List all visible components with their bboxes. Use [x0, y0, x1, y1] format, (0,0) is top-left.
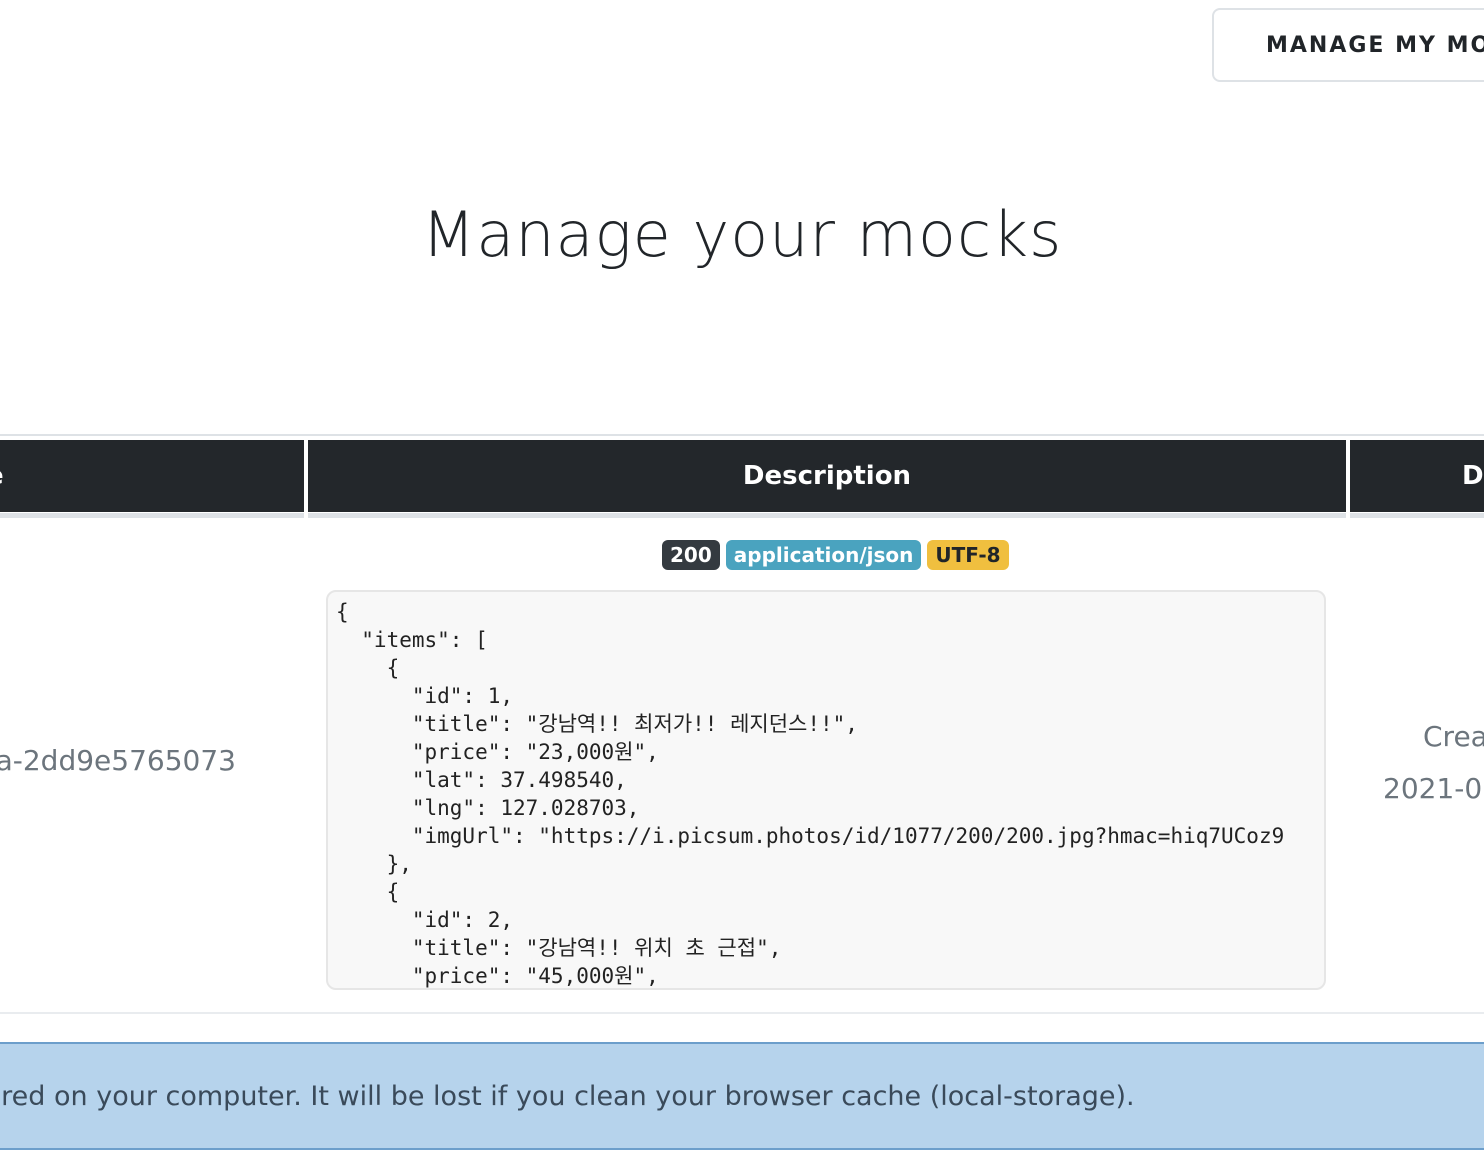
- header-divider: [0, 513, 304, 518]
- status-badge: 200: [662, 540, 720, 570]
- column-header-date: D: [1350, 440, 1484, 512]
- column-header-name: e: [0, 440, 304, 512]
- response-body-text: { "items": [ { "id": 1, "title": "강남역!! …: [336, 600, 1285, 988]
- created-date: 2021-06: [1383, 772, 1484, 805]
- manage-my-mocks-button[interactable]: MANAGE MY MOCKS: [1212, 8, 1484, 82]
- response-badges: 200 application/json UTF-8: [662, 540, 1009, 570]
- alert-text: stored on your computer. It will be lost…: [0, 1080, 1135, 1112]
- storage-info-alert: stored on your computer. It will be lost…: [0, 1042, 1484, 1150]
- row-divider: [0, 1012, 1484, 1014]
- header-divider: [1350, 513, 1484, 518]
- content-type-badge: application/json: [725, 540, 922, 570]
- response-body-code[interactable]: { "items": [ { "id": 1, "title": "강남역!! …: [326, 590, 1326, 990]
- mock-id: 3ba-2dd9e5765073: [0, 744, 236, 777]
- page: MANAGE MY MOCKS Manage your mocks e Desc…: [0, 0, 1484, 1150]
- table-top-border: [0, 434, 1484, 436]
- created-label: Crea: [1423, 720, 1484, 753]
- page-title: Manage your mocks: [421, 198, 1063, 271]
- header-divider: [308, 513, 1346, 518]
- charset-badge: UTF-8: [927, 540, 1009, 570]
- column-header-description: Description: [308, 440, 1346, 512]
